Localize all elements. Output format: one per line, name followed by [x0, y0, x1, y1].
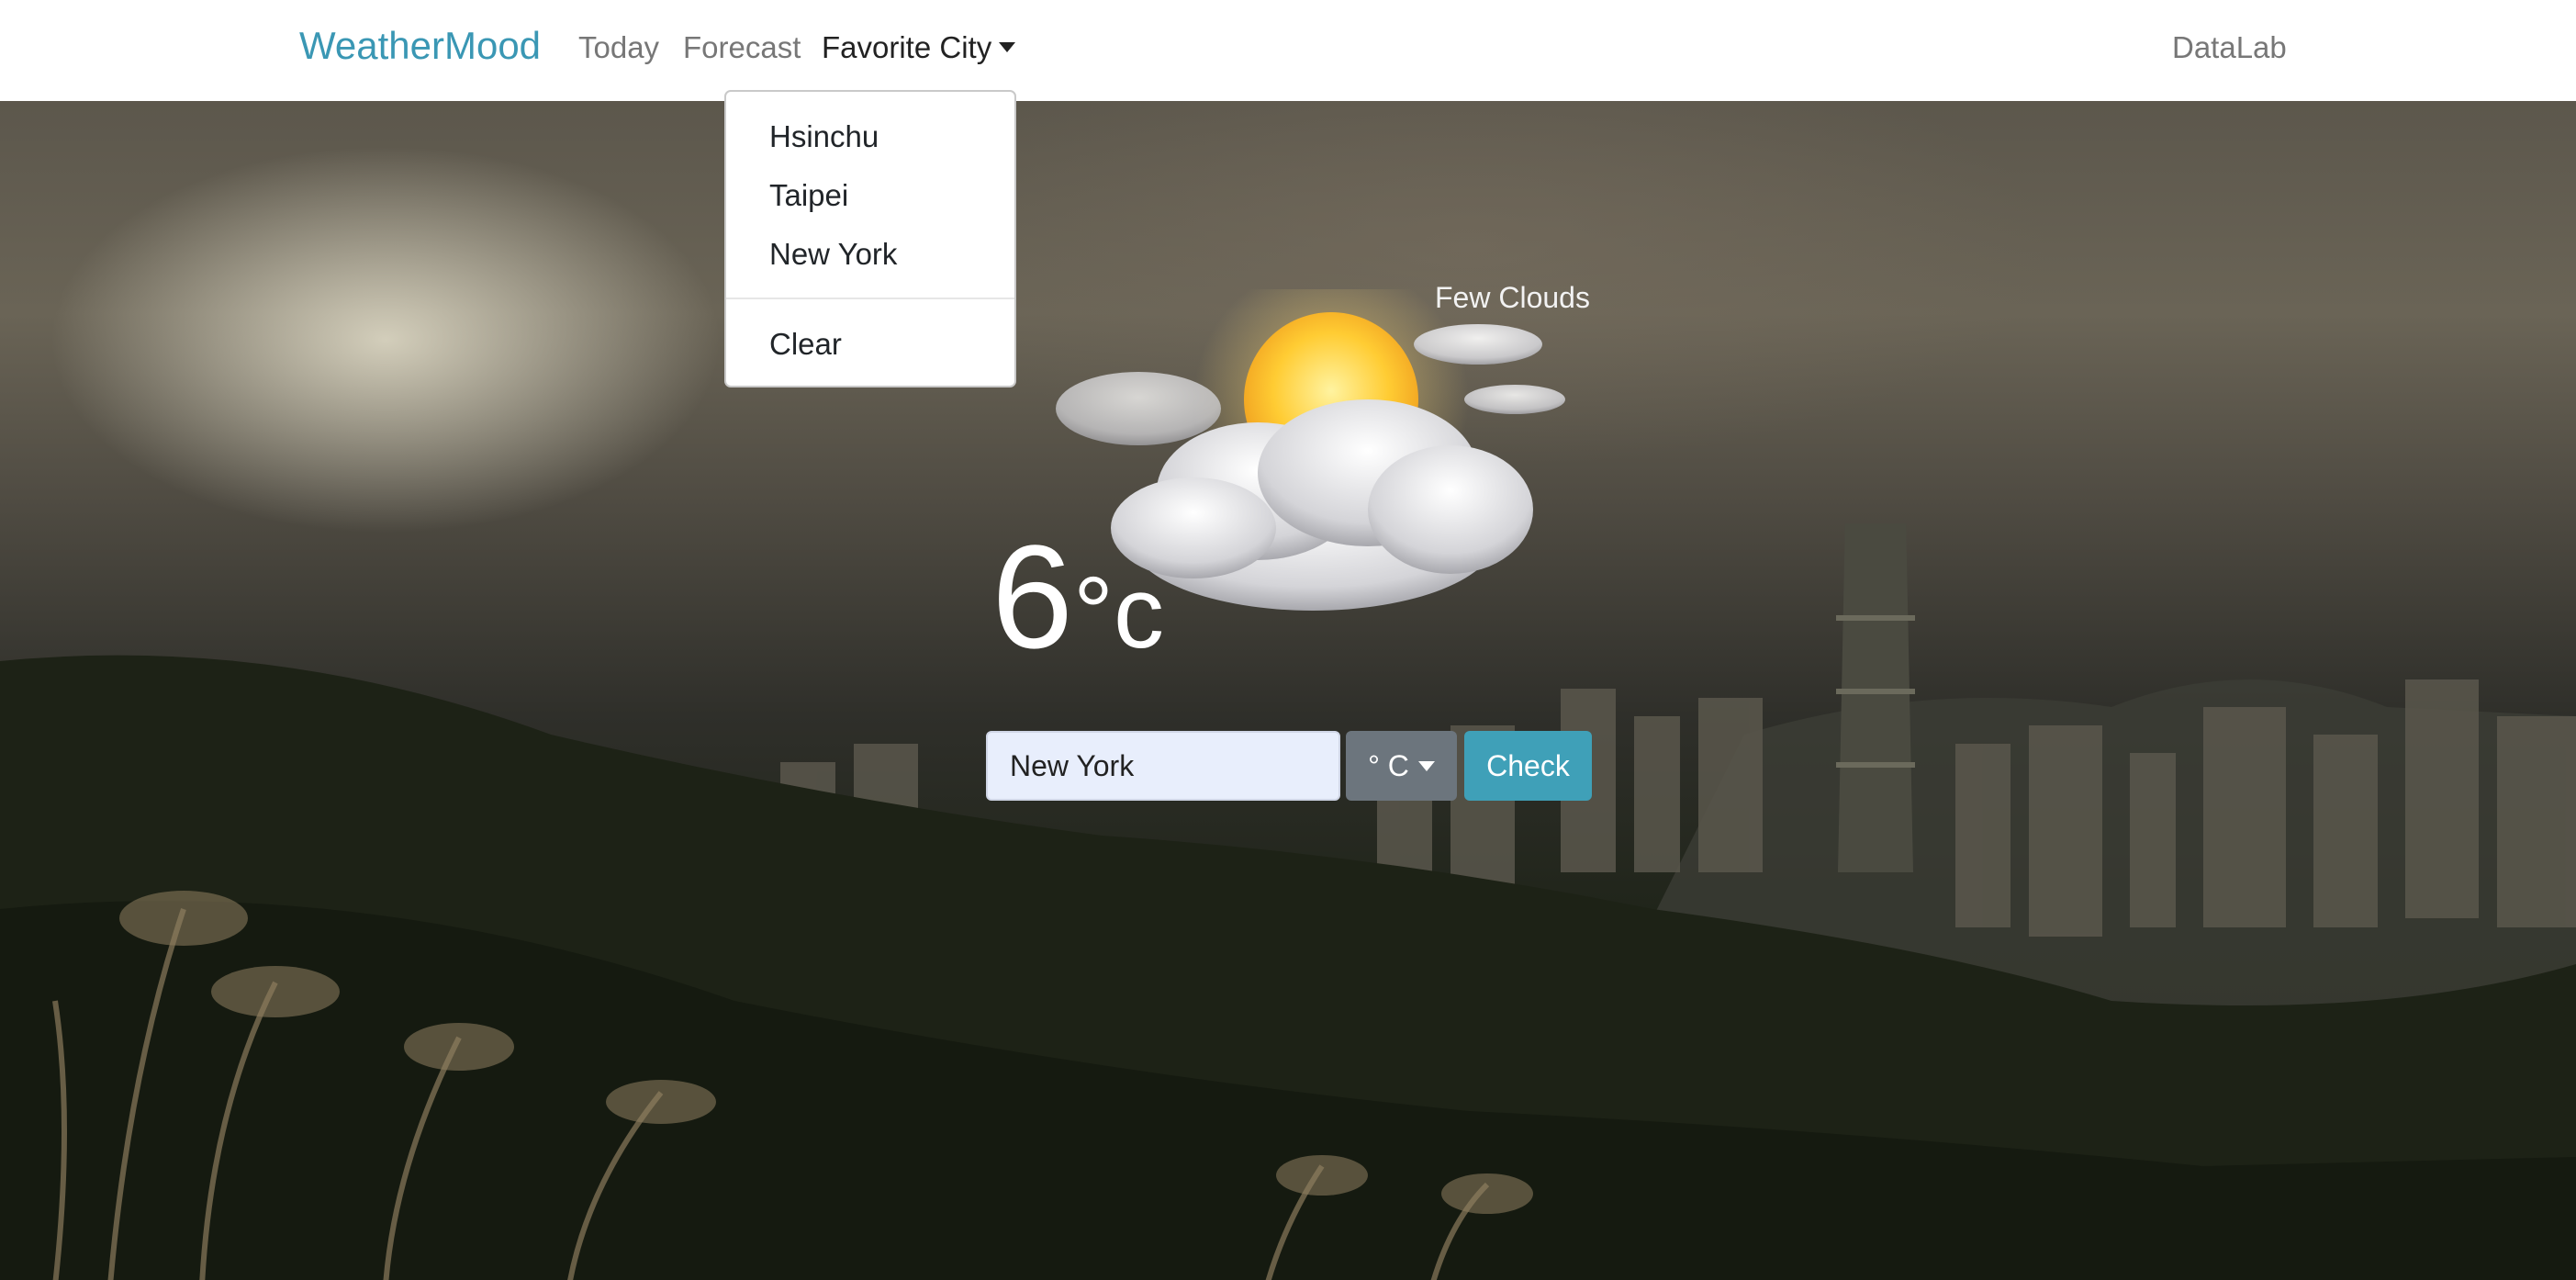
nav-today-link[interactable]: Today: [578, 30, 659, 65]
favorite-city-label: Favorite City: [822, 30, 992, 64]
nav-favorite-city-toggle[interactable]: Favorite City: [822, 30, 1016, 65]
favorite-city-dropdown-menu: Hsinchu Taipei New York Clear: [724, 90, 1016, 387]
caret-down-icon: [1417, 760, 1435, 771]
navbar: WeatherMood Today Forecast Favorite City…: [0, 0, 2576, 101]
unit-select-button[interactable]: ° C: [1346, 731, 1457, 801]
unit-select-label: ° C: [1368, 748, 1409, 782]
dropdown-item-taipei[interactable]: Taipei: [769, 178, 848, 213]
brand-logo-link[interactable]: WeatherMood: [299, 24, 541, 68]
dropdown-item-hsinchu[interactable]: Hsinchu: [769, 119, 879, 154]
caret-down-icon: [999, 42, 1016, 52]
cityscape-silhouette: [0, 523, 2576, 1280]
temperature-unit: °c: [1072, 556, 1164, 669]
hero-background-photo: Few Clouds 6°c ° C Check: [0, 101, 2576, 1280]
dropdown-item-clear[interactable]: Clear: [769, 327, 842, 362]
nav-forecast-link[interactable]: Forecast: [683, 30, 801, 65]
dropdown-item-new-york[interactable]: New York: [769, 237, 897, 272]
nav-datalab-link[interactable]: DataLab: [2172, 30, 2287, 65]
weather-condition-label: Few Clouds: [1435, 281, 1590, 314]
temperature-display: 6°c: [991, 523, 1164, 671]
check-button[interactable]: Check: [1464, 731, 1592, 801]
temperature-value: 6: [991, 514, 1073, 679]
city-search-input[interactable]: [986, 731, 1340, 801]
dropdown-divider: [726, 298, 1014, 299]
